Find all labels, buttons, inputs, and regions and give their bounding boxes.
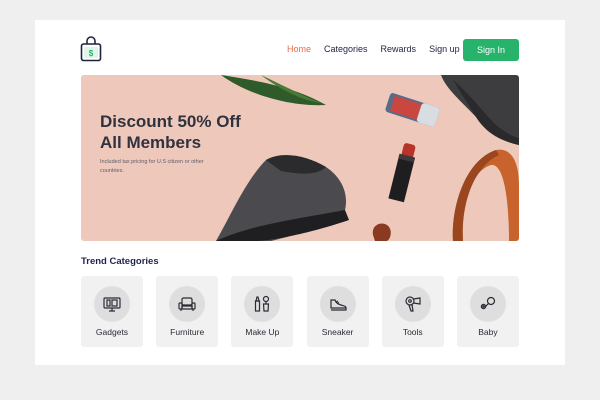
category-label: Gadgets [95,327,129,337]
nav-home[interactable]: Home [287,44,311,54]
category-label: Tools [402,327,423,337]
nav-categories[interactable]: Categories [324,44,368,54]
category-card-tools[interactable]: Tools [381,276,444,347]
nav-rewards[interactable]: Rewards [381,44,417,54]
category-card-sneaker[interactable]: Sneaker [306,276,369,347]
pacifier-icon [469,286,506,322]
category-label: Furniture [170,327,205,337]
category-list: Gadgets Furniture Make Up Sneaker Tools … [81,276,519,347]
banner-headline-line1: Discount 50% Off [100,112,241,131]
category-card-baby[interactable]: Baby [456,276,519,347]
armchair-icon [169,286,206,322]
gadgets-icon [94,286,130,322]
category-card-makeup[interactable]: Make Up [231,276,294,347]
category-card-furniture[interactable]: Furniture [156,276,219,347]
category-label: Baby [478,327,498,337]
category-label: Make Up [245,327,280,337]
sign-in-button[interactable]: Sign In [463,39,519,61]
hairdryer-icon [394,286,431,322]
banner-headline-line2: All Members [100,133,202,152]
sneaker-icon [319,286,356,322]
banner-subtext: Included tax pricing for U.S citizen or … [100,159,204,174]
svg-text:$: $ [89,49,94,58]
banner-headline: Discount 50% Off All Members [100,111,270,153]
nav-signup[interactable]: Sign up [429,44,460,54]
category-label: Sneaker [321,327,354,337]
page-card: $ Home Categories Rewards Sign up Sign I… [35,20,565,365]
hero-banner[interactable]: Discount 50% Off All Members Included ta… [81,75,519,241]
makeup-icon [244,286,281,322]
category-card-gadgets[interactable]: Gadgets [81,276,143,347]
main-nav: Home Categories Rewards Sign up [287,44,473,54]
shopping-bag-logo-icon[interactable]: $ [80,36,102,62]
trend-categories-title: Trend Categories [81,256,159,267]
